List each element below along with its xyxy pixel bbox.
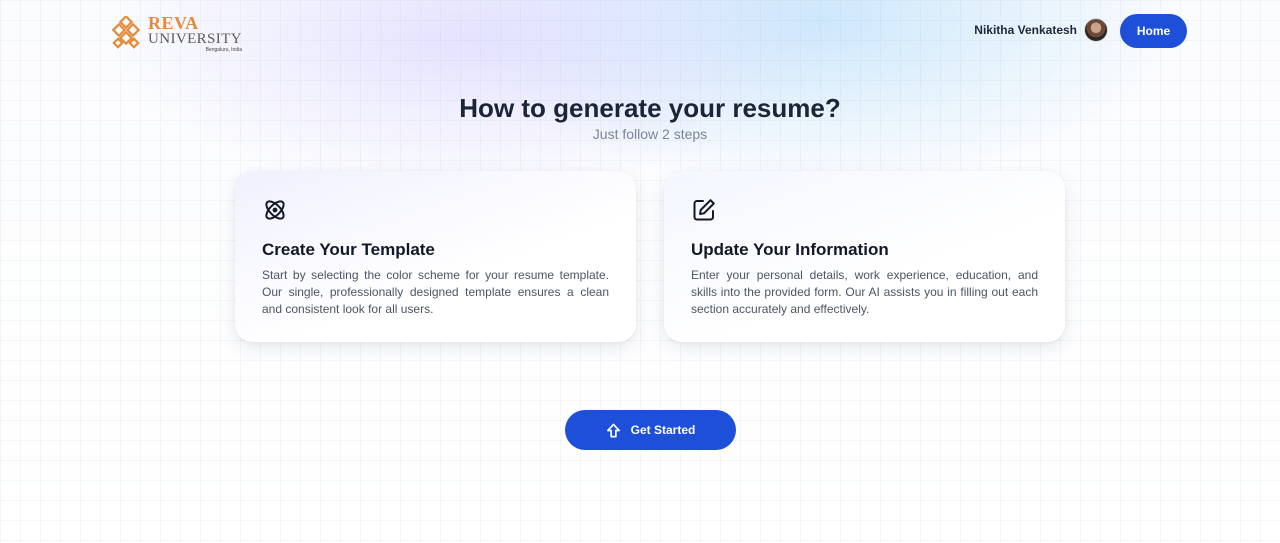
- card-title: Create Your Template: [262, 240, 435, 259]
- step-card-template: Create Your Template Start by selecting …: [235, 171, 636, 342]
- background-grid: [0, 0, 1280, 543]
- page-title: How to generate your resume?: [459, 93, 841, 123]
- logo-location: Bengaluru, India: [205, 47, 242, 53]
- avatar[interactable]: [1084, 18, 1108, 42]
- university-logo[interactable]: REVA UNIVERSITY Bengaluru, India: [112, 14, 242, 53]
- user-profile[interactable]: Nikitha Venkatesh: [974, 18, 1108, 42]
- logo-subname: UNIVERSITY: [148, 31, 242, 47]
- card-title: Update Your Information: [691, 240, 889, 259]
- step-card-information: Update Your Information Enter your perso…: [664, 171, 1065, 342]
- user-name: Nikitha Venkatesh: [974, 23, 1077, 37]
- logo-name: REVA: [148, 13, 199, 33]
- get-started-label: Get Started: [630, 423, 696, 437]
- reva-logo-icon: [112, 16, 141, 49]
- edit-icon: [693, 199, 715, 221]
- atom-icon: [265, 200, 285, 220]
- page-subtitle: Just follow 2 steps: [592, 126, 708, 142]
- get-started-button[interactable]: Get Started: [565, 410, 736, 450]
- upload-arrow-icon: [606, 423, 620, 437]
- top-navbar: REVA UNIVERSITY Bengaluru, India Nikitha…: [0, 0, 1280, 64]
- card-description: Enter your personal details, work experi…: [691, 268, 1038, 316]
- home-button[interactable]: Home: [1120, 14, 1187, 48]
- card-description: Start by selecting the color scheme for …: [262, 268, 609, 316]
